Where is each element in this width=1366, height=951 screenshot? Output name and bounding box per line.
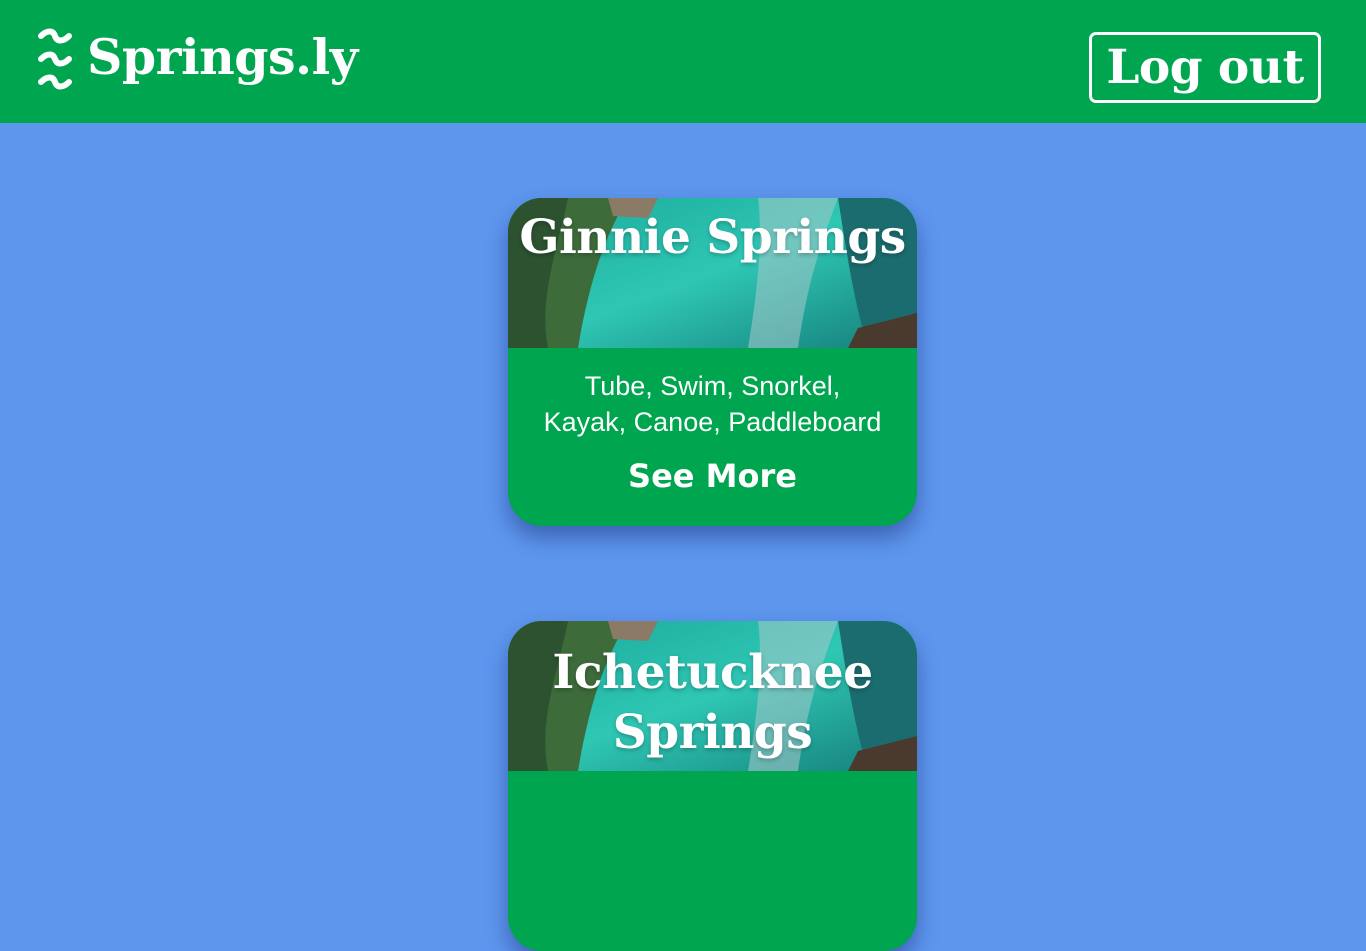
logout-button[interactable]: Log out xyxy=(1089,32,1321,103)
spring-card: Ichetucknee Springs xyxy=(508,621,917,951)
spring-card: Ginnie Springs Tube, Swim, Snorkel, Kaya… xyxy=(508,198,917,526)
brand-name: Springs.ly xyxy=(87,28,358,86)
spring-name: Ichetucknee Springs xyxy=(552,645,873,760)
wave-icon xyxy=(38,28,72,90)
see-more-link[interactable]: See More xyxy=(508,456,917,496)
spring-image: Ichetucknee Springs xyxy=(508,621,917,771)
spring-activities: Tube, Swim, Snorkel, Kayak, Canoe, Paddl… xyxy=(508,368,917,440)
brand-logo[interactable]: Springs.ly xyxy=(38,28,358,92)
activities-line: Kayak, Canoe, Paddleboard xyxy=(543,407,882,437)
spring-image: Ginnie Springs xyxy=(508,198,917,348)
spring-name: Ginnie Springs xyxy=(519,210,906,265)
navbar: Springs.ly Log out xyxy=(0,0,1366,123)
activities-line: Tube, Swim, Snorkel, xyxy=(584,371,841,401)
